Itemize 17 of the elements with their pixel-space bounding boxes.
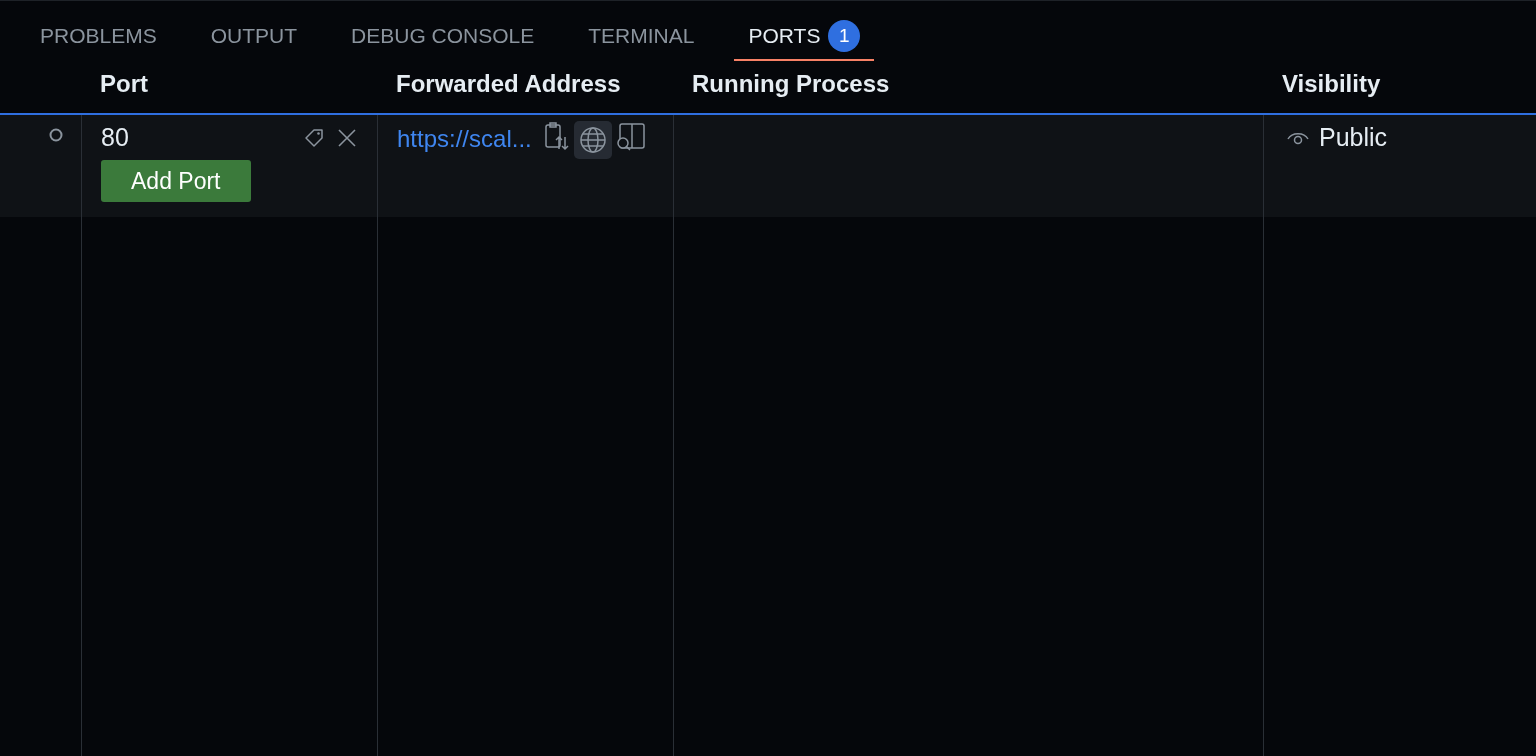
close-icon[interactable] [336,126,358,149]
column-header[interactable]: Port [100,70,148,98]
column-header[interactable]: Running Process [692,70,890,98]
count-badge: 1 [828,19,861,52]
panel-tab[interactable]: TERMINAL [574,17,709,61]
add-port-button[interactable]: Add Port [101,160,251,202]
globe-icon[interactable] [573,121,612,159]
panel-tab[interactable]: OUTPUT [196,17,312,61]
panel-tab[interactable]: DEBUG CONSOLE [337,17,549,61]
column-header[interactable]: Visibility [1282,70,1381,98]
column-header[interactable]: Forwarded Address [396,70,621,98]
visibility-value: Public [1319,123,1388,152]
address-link[interactable]: https://scal... [397,121,532,153]
panel-tab[interactable]: PROBLEMS [26,17,171,61]
port-number: 80 [101,123,129,152]
status-circle-icon [47,127,64,143]
panel-tab[interactable]: PORTS 1 [734,17,875,61]
